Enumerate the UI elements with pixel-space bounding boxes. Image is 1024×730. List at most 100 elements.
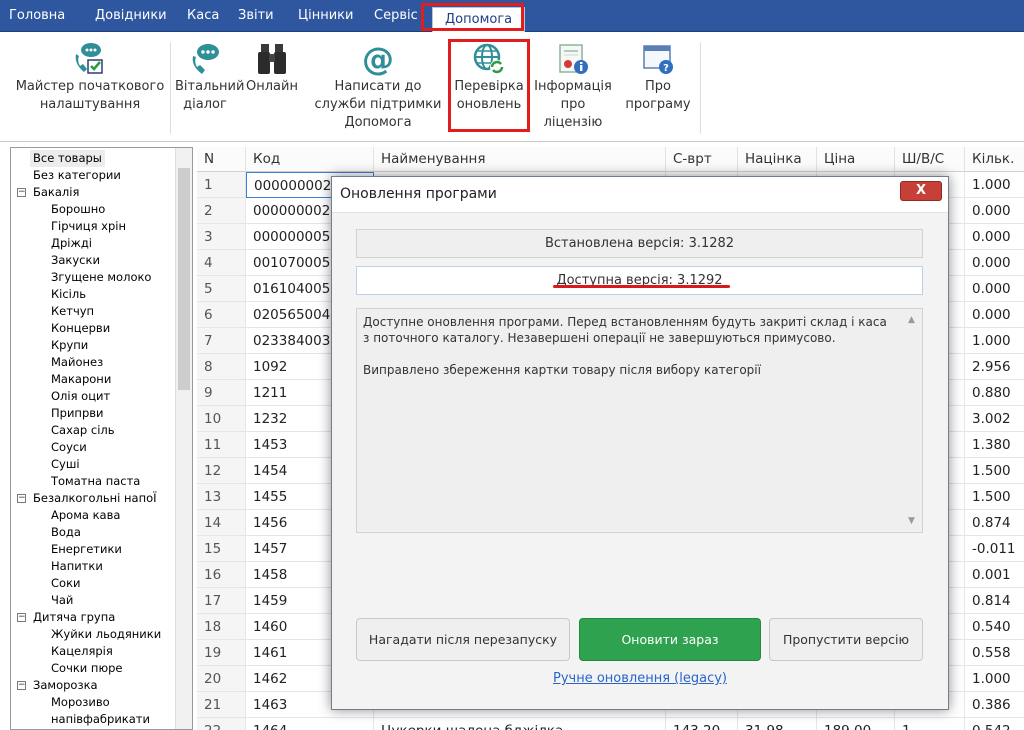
- tree-category[interactable]: Безалкогольні напоЇ: [33, 490, 157, 507]
- table-cell[interactable]: 12: [197, 458, 246, 484]
- table-cell[interactable]: 2.956: [965, 354, 1024, 380]
- column-header[interactable]: Код: [246, 147, 374, 172]
- tree-subcategory[interactable]: Напитки: [51, 558, 103, 575]
- table-cell[interactable]: 0.000: [965, 276, 1024, 302]
- table-cell[interactable]: -0.011: [965, 536, 1024, 562]
- tree-scrollbar[interactable]: [175, 148, 192, 729]
- skip-version-button[interactable]: Пропустити версію: [769, 618, 923, 661]
- table-cell[interactable]: 1.500: [965, 458, 1024, 484]
- tree-category[interactable]: Дитяча група: [33, 609, 115, 626]
- tree-subcategory[interactable]: Чай: [51, 592, 73, 609]
- menu-item-help[interactable]: Допомога: [432, 7, 526, 32]
- column-header[interactable]: Націнка: [738, 147, 817, 172]
- table-cell[interactable]: 1.000: [965, 666, 1024, 692]
- scroll-up-icon[interactable]: ▲: [908, 312, 915, 328]
- table-cell[interactable]: 0.542: [965, 718, 1024, 730]
- table-cell[interactable]: 189.00: [817, 718, 895, 730]
- table-cell[interactable]: Цукерки шалена бджілка: [374, 718, 666, 730]
- remind-after-restart-button[interactable]: Нагадати після перезапуску: [356, 618, 570, 661]
- tree-subcategory[interactable]: Макарони: [51, 371, 111, 388]
- tree-subcategory[interactable]: Сахар сіль: [51, 422, 115, 439]
- menu-item-references[interactable]: Довідники: [95, 0, 167, 32]
- table-cell[interactable]: 0.000: [965, 198, 1024, 224]
- tree-expand-toggle[interactable]: −: [17, 681, 26, 690]
- close-button[interactable]: X: [900, 181, 942, 201]
- table-cell[interactable]: 0.814: [965, 588, 1024, 614]
- tree-subcategory[interactable]: Борошно: [51, 201, 105, 218]
- tree-category[interactable]: Заморозка: [33, 677, 98, 694]
- column-header[interactable]: Найменування: [374, 147, 666, 172]
- menu-item-cash[interactable]: Каса: [187, 0, 219, 32]
- scroll-down-icon[interactable]: ▼: [908, 513, 915, 529]
- table-cell[interactable]: 0.000: [965, 224, 1024, 250]
- tree-subcategory[interactable]: Кісіль: [51, 286, 86, 303]
- online-button[interactable]: Онлайн: [240, 32, 304, 142]
- column-header[interactable]: N: [197, 147, 246, 172]
- tree-subcategory[interactable]: Енергетики: [51, 541, 122, 558]
- column-header[interactable]: Ш/В/С: [895, 147, 965, 172]
- tree-expand-toggle[interactable]: −: [17, 494, 26, 503]
- tree-expand-toggle[interactable]: −: [17, 188, 26, 197]
- table-cell[interactable]: 19: [197, 640, 246, 666]
- tree-subcategory[interactable]: Кацелярія: [51, 643, 113, 660]
- legacy-update-link[interactable]: Ручне оновлення (legacy): [332, 671, 948, 686]
- table-cell[interactable]: 6: [197, 302, 246, 328]
- table-cell[interactable]: 7: [197, 328, 246, 354]
- tree-subcategory[interactable]: Концерви: [51, 320, 110, 337]
- tree-subcategory[interactable]: Згущене молоко: [51, 269, 151, 286]
- menu-item-price-tags[interactable]: Цінники: [298, 0, 353, 32]
- table-cell[interactable]: 18: [197, 614, 246, 640]
- tree-subcategory[interactable]: Кетчуп: [51, 303, 94, 320]
- tree-category[interactable]: Без категории: [33, 167, 121, 184]
- table-cell[interactable]: 9: [197, 380, 246, 406]
- table-cell[interactable]: 4: [197, 250, 246, 276]
- table-cell[interactable]: 1464: [246, 718, 374, 730]
- table-cell[interactable]: 1.000: [965, 172, 1024, 198]
- table-cell[interactable]: 16: [197, 562, 246, 588]
- table-cell[interactable]: 1.000: [965, 328, 1024, 354]
- table-cell[interactable]: 0.001: [965, 562, 1024, 588]
- column-header[interactable]: Ціна: [817, 147, 895, 172]
- tree-subcategory[interactable]: Гірчиця хрін: [51, 218, 126, 235]
- table-cell[interactable]: 15: [197, 536, 246, 562]
- tree-subcategory[interactable]: Томатна паста: [51, 473, 140, 490]
- table-cell[interactable]: 3.002: [965, 406, 1024, 432]
- table-cell[interactable]: 0.540: [965, 614, 1024, 640]
- menu-item-service[interactable]: Сервіс: [374, 0, 418, 32]
- tree-subcategory[interactable]: Вода: [51, 524, 81, 541]
- tree-subcategory[interactable]: напівфабрикати: [51, 711, 150, 728]
- table-cell[interactable]: 0.000: [965, 302, 1024, 328]
- column-header[interactable]: С-врт: [666, 147, 738, 172]
- available-version-field[interactable]: Доступна версія: 3.1292: [356, 266, 923, 295]
- table-cell[interactable]: 14: [197, 510, 246, 536]
- table-cell[interactable]: 21: [197, 692, 246, 718]
- tree-subcategory[interactable]: Суші: [51, 456, 80, 473]
- tree-subcategory[interactable]: Соки: [51, 575, 81, 592]
- table-cell[interactable]: 2: [197, 198, 246, 224]
- tree-subcategory[interactable]: Сочки пюре: [51, 660, 123, 677]
- table-cell[interactable]: 17: [197, 588, 246, 614]
- tree-subcategory[interactable]: Соуси: [51, 439, 87, 456]
- table-cell[interactable]: 0.874: [965, 510, 1024, 536]
- table-cell[interactable]: 31.98: [738, 718, 817, 730]
- tree-subcategory[interactable]: Дріжді: [51, 235, 92, 252]
- table-cell[interactable]: 13: [197, 484, 246, 510]
- table-cell[interactable]: 20: [197, 666, 246, 692]
- table-cell[interactable]: 0.558: [965, 640, 1024, 666]
- welcome-dialog-button[interactable]: Вітальний діалог: [175, 32, 244, 142]
- tree-scrollbar-thumb[interactable]: [178, 168, 190, 390]
- table-cell[interactable]: 3: [197, 224, 246, 250]
- tree-subcategory[interactable]: Крупи: [51, 337, 88, 354]
- release-notes[interactable]: Доступне оновлення програми. Перед встан…: [356, 308, 923, 533]
- table-cell[interactable]: 5: [197, 276, 246, 302]
- menu-item-reports[interactable]: Звіти: [238, 0, 274, 32]
- tree-subcategory[interactable]: Закуски: [51, 252, 100, 269]
- table-cell[interactable]: 0.000: [965, 250, 1024, 276]
- tree-subcategory[interactable]: Жуйки льодяники: [51, 626, 161, 643]
- table-cell[interactable]: 143.20: [666, 718, 738, 730]
- tree-subcategory[interactable]: Припрви: [51, 405, 104, 422]
- category-tree[interactable]: Все товары Без категории − Бакалія Борошно Гі…: [10, 147, 193, 730]
- table-cell[interactable]: 1.380: [965, 432, 1024, 458]
- table-cell[interactable]: 22: [197, 718, 246, 730]
- table-cell[interactable]: 1: [895, 718, 965, 730]
